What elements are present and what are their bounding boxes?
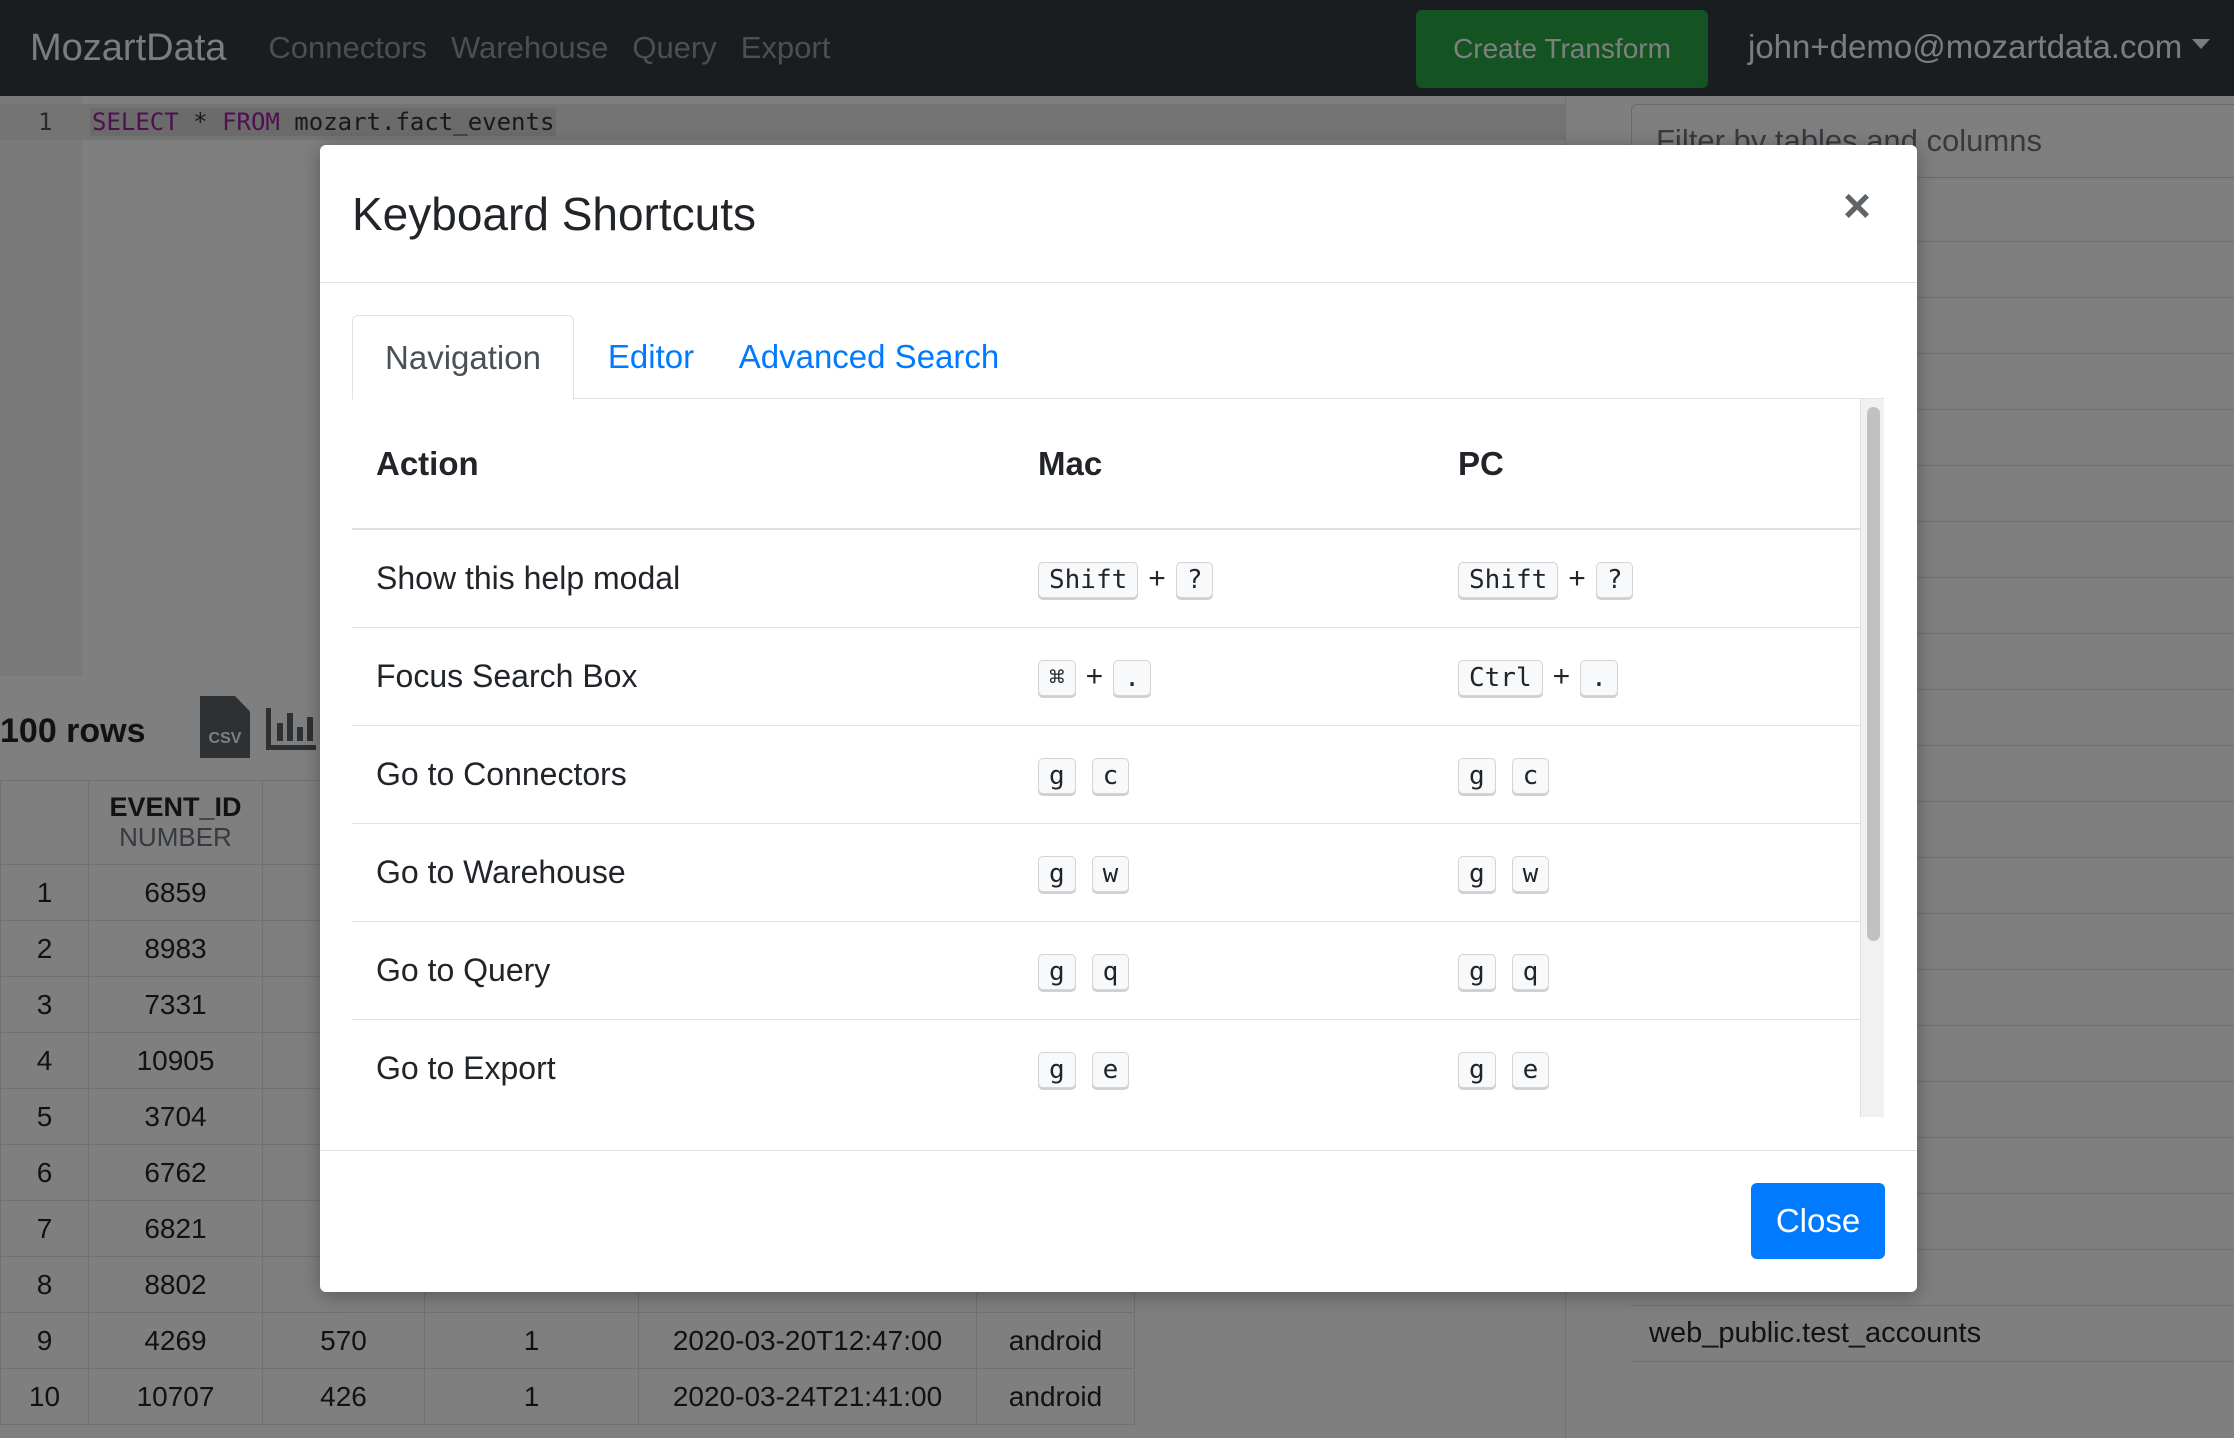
shortcut-row: Focus Search Box ⌘ +. Ctrl +.	[352, 627, 1860, 726]
tab-advanced-search[interactable]: Advanced Search	[728, 315, 1010, 399]
key-cap: w	[1091, 855, 1130, 892]
key-cap: g	[1458, 855, 1496, 892]
scrollbar-track[interactable]	[1860, 399, 1884, 1117]
pc-keys: gc	[1434, 725, 1860, 824]
key-cap: ⌘	[1038, 659, 1076, 696]
navigation-tab-pane[interactable]: Action Mac PC Show this help modal Shift +…	[352, 399, 1884, 1117]
modal-footer: Close	[320, 1150, 1917, 1292]
shortcut-action: Go to Warehouse	[352, 823, 1014, 922]
pc-keys: Shift +?	[1434, 529, 1860, 628]
shortcuts-header-row: Action Mac PC	[352, 399, 1860, 530]
close-icon[interactable]: ×	[1843, 179, 1871, 234]
shortcut-tabs: Navigation Editor Advanced Search	[352, 315, 1884, 400]
tab-editor[interactable]: Editor	[574, 315, 728, 399]
key-cap: g	[1038, 757, 1076, 794]
mac-keys: gw	[1014, 823, 1434, 922]
key-cap: q	[1511, 953, 1550, 990]
tab-navigation[interactable]: Navigation	[352, 315, 574, 400]
pc-keys: gq	[1434, 921, 1860, 1020]
shortcut-row: Go to Connectors g c g c	[352, 725, 1860, 824]
close-button[interactable]: Close	[1751, 1183, 1885, 1259]
pc-keys: Ctrl +.	[1434, 627, 1860, 726]
shortcut-action: Go to Export	[352, 1019, 1014, 1117]
key-cap: Ctrl	[1458, 659, 1543, 696]
key-cap: g	[1038, 855, 1076, 892]
header-action: Action	[352, 399, 1014, 530]
key-cap: ?	[1595, 561, 1634, 598]
keyboard-shortcuts-modal: Keyboard Shortcuts × Navigation Editor A…	[320, 145, 1917, 1292]
key-cap: e	[1091, 1051, 1130, 1088]
scrollbar-thumb[interactable]	[1867, 407, 1880, 941]
mac-keys: gc	[1014, 725, 1434, 824]
mac-keys: Shift +?	[1014, 529, 1434, 628]
key-cap: Shift	[1038, 561, 1139, 598]
header-mac: Mac	[1014, 399, 1434, 530]
key-cap: ?	[1175, 561, 1214, 598]
header-pc: PC	[1434, 399, 1860, 530]
key-cap: e	[1511, 1051, 1550, 1088]
mac-keys: ge	[1014, 1019, 1434, 1117]
key-cap: Shift	[1458, 561, 1559, 598]
modal-header: Keyboard Shortcuts ×	[320, 145, 1917, 283]
key-cap: g	[1038, 953, 1076, 990]
plus-sign: +	[1085, 659, 1104, 693]
key-cap: c	[1091, 757, 1130, 794]
key-cap: w	[1511, 855, 1550, 892]
modal-title: Keyboard Shortcuts	[352, 188, 757, 240]
shortcut-row: Go to Query g q g q	[352, 921, 1860, 1020]
key-cap: g	[1458, 1051, 1496, 1088]
mac-keys: ⌘ +.	[1014, 627, 1434, 726]
plus-sign: +	[1552, 659, 1571, 693]
plus-sign: +	[1148, 561, 1166, 595]
pc-keys: ge	[1434, 1019, 1860, 1117]
key-cap: g	[1458, 757, 1496, 794]
key-cap: g	[1458, 953, 1496, 990]
key-cap: c	[1511, 757, 1550, 794]
shortcut-action: Go to Connectors	[352, 725, 1014, 824]
shortcut-action: Go to Query	[352, 921, 1014, 1020]
shortcut-row: Show this help modal Shift +? Shift +?	[352, 529, 1860, 628]
pc-keys: gw	[1434, 823, 1860, 922]
shortcut-row: Go to Export g e g e	[352, 1019, 1860, 1117]
key-cap: q	[1091, 953, 1130, 990]
mac-keys: gq	[1014, 921, 1434, 1020]
shortcuts-table: Action Mac PC Show this help modal Shift +…	[352, 399, 1860, 1117]
key-cap: .	[1580, 659, 1618, 696]
shortcut-action: Show this help modal	[352, 529, 1014, 628]
plus-sign: +	[1568, 561, 1586, 595]
key-cap: g	[1038, 1051, 1076, 1088]
key-cap: .	[1113, 659, 1151, 696]
shortcut-row: Go to Warehouse g w g w	[352, 823, 1860, 922]
shortcut-action: Focus Search Box	[352, 627, 1014, 726]
